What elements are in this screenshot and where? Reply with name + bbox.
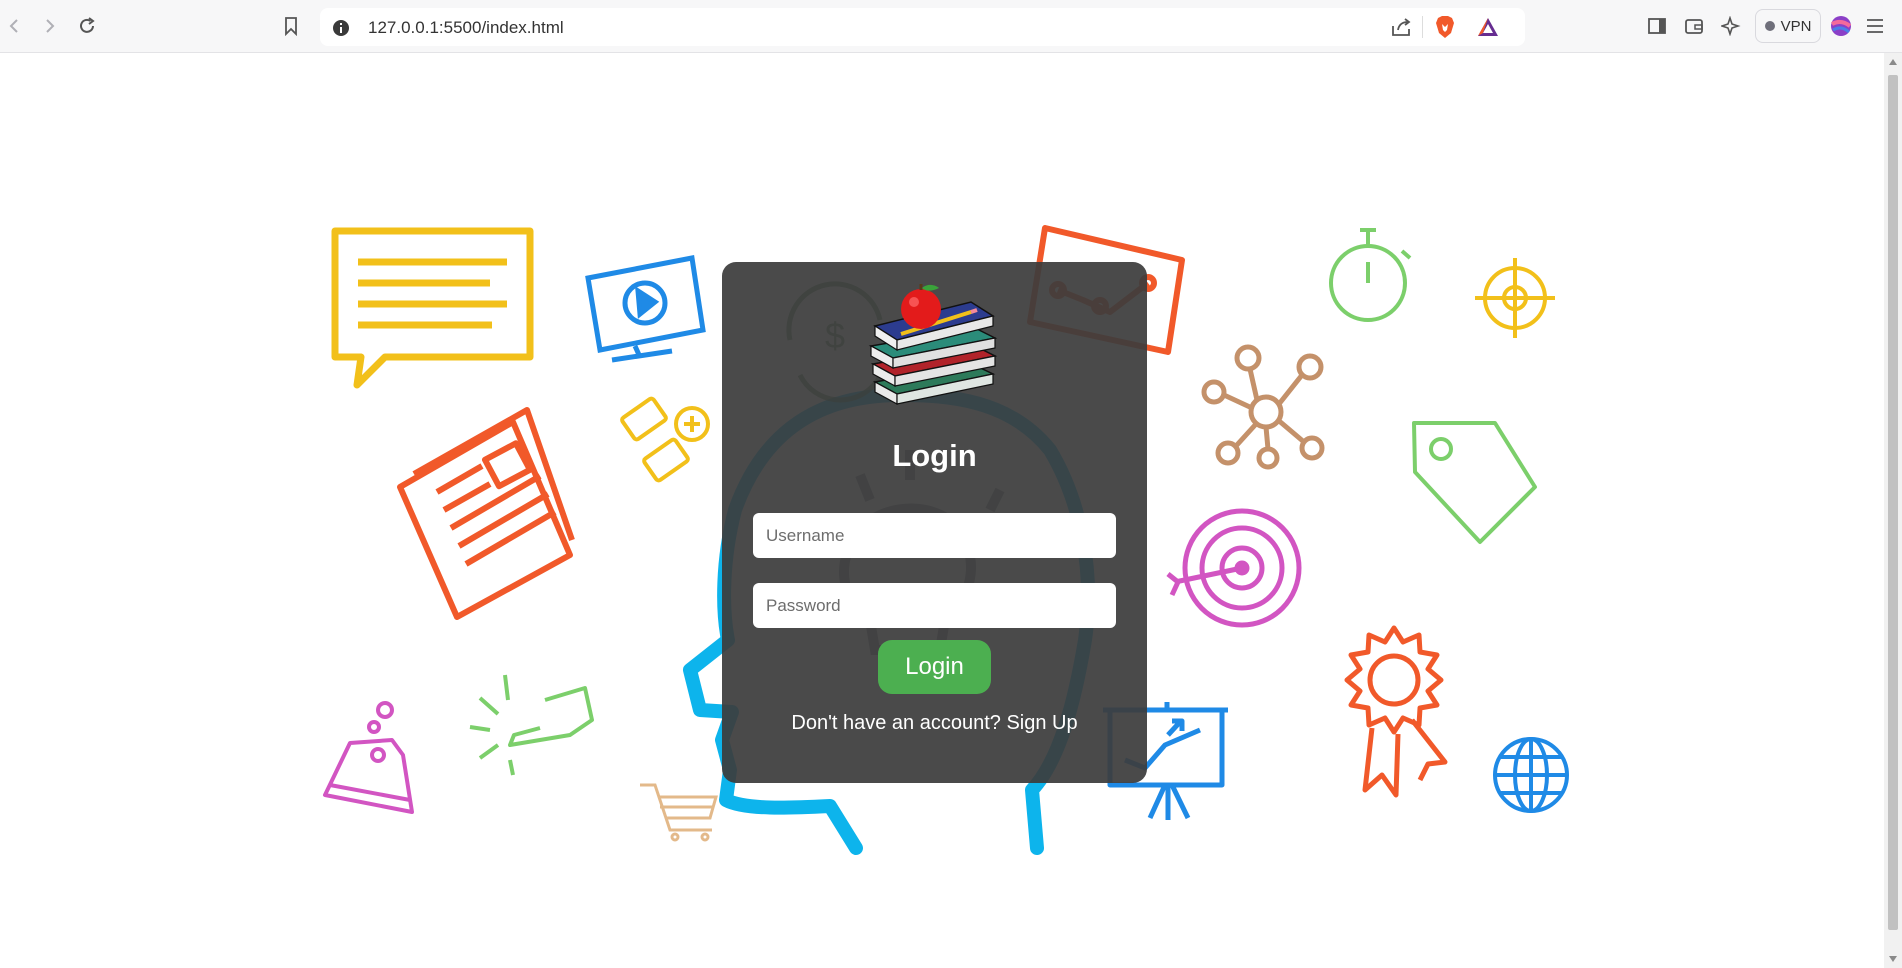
target-icon	[1166, 508, 1302, 628]
bookmark-button[interactable]	[278, 13, 304, 39]
login-card: Login Login Don't have an account? Sign …	[722, 262, 1147, 783]
newspaper-icon	[397, 407, 575, 620]
profile-button[interactable]	[1828, 13, 1854, 39]
shopping-cart-icon	[640, 783, 718, 842]
signup-link[interactable]: Sign Up	[1006, 712, 1077, 734]
sparkle-icon	[1721, 16, 1741, 36]
video-monitor-icon	[585, 255, 706, 363]
page-scrollbar[interactable]	[1884, 53, 1902, 968]
speech-bubble-icon	[331, 227, 534, 389]
share-icon[interactable]	[1390, 17, 1412, 37]
globe-icon	[1493, 737, 1569, 813]
forward-button[interactable]	[36, 13, 62, 39]
award-ribbon-icon	[1344, 625, 1448, 798]
address-bar[interactable]: 127.0.0.1:5500/index.html	[320, 8, 1525, 46]
toolbar-divider	[1422, 16, 1423, 38]
login-button[interactable]: Login	[878, 640, 991, 694]
pointing-hand-icon	[469, 674, 594, 776]
network-nodes-icon	[1201, 344, 1325, 470]
sidebar-icon	[1648, 18, 1666, 34]
url-text[interactable]: 127.0.0.1:5500/index.html	[368, 18, 564, 38]
browser-toolbar: 127.0.0.1:5500/index.html VPN	[0, 0, 1902, 53]
flask-icon	[323, 701, 414, 814]
rewards-triangle-icon[interactable]	[1476, 16, 1500, 38]
signup-prompt-text: Don't have an account?	[791, 712, 1001, 734]
brave-shield-icon[interactable]	[1434, 15, 1456, 39]
info-icon[interactable]	[332, 19, 350, 37]
scroll-up-arrow-icon[interactable]	[1889, 59, 1897, 65]
vpn-button[interactable]: VPN	[1755, 9, 1821, 43]
scroll-down-arrow-icon[interactable]	[1889, 956, 1897, 962]
crosshair-icon	[1475, 258, 1555, 338]
books-apple-logo	[868, 284, 998, 406]
main-menu-button[interactable]	[1862, 13, 1888, 39]
stopwatch-icon	[1329, 228, 1412, 322]
leo-ai-button[interactable]	[1718, 13, 1744, 39]
profile-avatar-icon	[1831, 16, 1852, 36]
sidebar-button[interactable]	[1644, 13, 1670, 39]
scrollbar-thumb[interactable]	[1888, 75, 1898, 930]
vpn-label: VPN	[1780, 17, 1812, 35]
reload-icon	[80, 17, 95, 33]
wallet-button[interactable]	[1681, 13, 1707, 39]
back-button[interactable]	[2, 13, 28, 39]
wallet-icon	[1685, 19, 1703, 34]
hamburger-menu-icon	[1867, 19, 1883, 33]
bookmark-icon	[285, 17, 297, 36]
vpn-status-icon	[1764, 21, 1775, 31]
back-arrow-icon	[9, 19, 18, 33]
link-add-icon	[620, 396, 710, 483]
signup-prompt: Don't have an account? Sign Up	[722, 712, 1147, 735]
login-title: Login	[892, 438, 977, 473]
price-tag-icon	[1412, 421, 1537, 544]
username-input[interactable]	[753, 513, 1116, 558]
reload-button[interactable]	[74, 13, 100, 39]
password-input[interactable]	[753, 583, 1116, 628]
forward-arrow-icon	[46, 19, 55, 33]
